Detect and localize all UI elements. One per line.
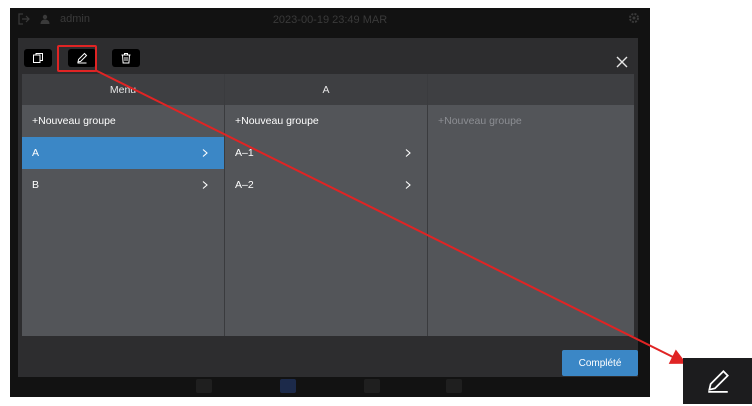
new-group-row[interactable]: +Nouveau groupe xyxy=(22,105,224,137)
datetime: 2023-00-19 23:49 MAR xyxy=(272,14,388,26)
menu-item-a1[interactable]: A–1 xyxy=(225,137,427,169)
menu-item-b[interactable]: B xyxy=(22,169,224,201)
new-group-row[interactable]: +Nouveau groupe xyxy=(225,105,427,137)
row-label: A xyxy=(32,147,40,159)
column-menu: Menu +Nouveau groupe A B xyxy=(22,74,225,336)
device-screen: admin 2023-00-19 23:49 MAR Menu +Nouveau… xyxy=(10,8,650,397)
column-header: A xyxy=(225,74,427,105)
copy-button[interactable] xyxy=(24,49,52,67)
close-button[interactable] xyxy=(614,54,630,70)
chevron-right-icon xyxy=(202,149,208,157)
column-header: Menu xyxy=(22,74,224,105)
row-label: +Nouveau groupe xyxy=(235,115,319,127)
close-icon xyxy=(616,56,628,68)
bottom-nav xyxy=(10,376,650,397)
row-label: +Nouveau groupe xyxy=(438,115,522,127)
menu-item-a[interactable]: A xyxy=(22,137,224,169)
new-group-row-disabled: +Nouveau groupe xyxy=(428,105,634,137)
trash-icon xyxy=(121,53,131,64)
pencil-icon xyxy=(707,370,729,393)
settings-gear-icon[interactable] xyxy=(628,12,640,27)
column-header xyxy=(428,74,634,105)
annotation-highlight-box xyxy=(57,45,97,72)
zoomed-edit-button xyxy=(683,358,752,404)
list-icon[interactable] xyxy=(280,379,296,393)
cube-icon[interactable] xyxy=(196,379,212,393)
menu-item-a2[interactable]: A–2 xyxy=(225,169,427,201)
menu-editor-dialog: Menu +Nouveau groupe A B A +Nouveau grou… xyxy=(18,38,638,377)
chevron-right-icon xyxy=(202,181,208,189)
column-a: A +Nouveau groupe A–1 A–2 xyxy=(225,74,428,336)
chevron-right-icon xyxy=(405,149,411,157)
menu-columns: Menu +Nouveau groupe A B A +Nouveau grou… xyxy=(22,74,634,336)
row-label: A–1 xyxy=(235,147,254,159)
column-empty: +Nouveau groupe xyxy=(428,74,634,336)
copy-icon xyxy=(33,53,43,63)
chevron-right-icon xyxy=(405,181,411,189)
done-button[interactable]: Complété xyxy=(562,350,638,376)
status-bar: admin 2023-00-19 23:49 MAR xyxy=(10,8,650,32)
row-label: A–2 xyxy=(235,179,254,191)
clipboard-icon[interactable] xyxy=(446,379,462,393)
delete-button[interactable] xyxy=(112,49,140,67)
row-label: +Nouveau groupe xyxy=(32,115,116,127)
grid-icon[interactable] xyxy=(364,379,380,393)
row-label: B xyxy=(32,179,40,191)
